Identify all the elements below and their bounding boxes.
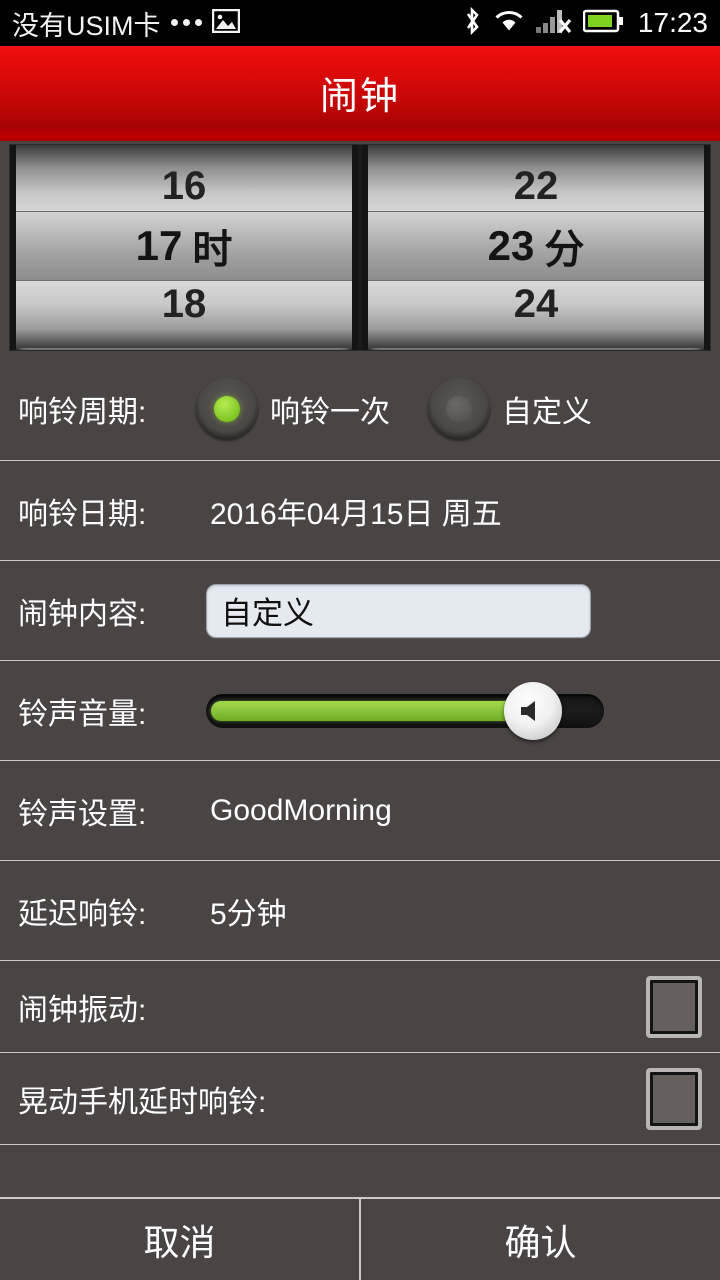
radio-option-custom-label: 自定义 [502,395,592,429]
carrier-label: 没有USIM卡 [12,10,161,41]
radio-option-once-label: 响铃一次 [270,395,390,429]
hour-next-value: 18 [161,282,207,326]
ring-date-label: 响铃日期: [18,497,147,531]
row-ring-period: 响铃周期: 响铃一次 自定义 [0,357,720,461]
hour-prev-value: 16 [161,164,207,208]
minute-next-value: 24 [513,282,559,326]
status-bar-clock: 17:23 [637,7,708,38]
volume-slider-thumb[interactable] [504,681,562,740]
cancel-button[interactable]: 取消 [0,1199,359,1280]
title-bar: 闹钟 [0,46,720,141]
ring-period-radio-group: 响铃一次 自定义 [196,377,592,440]
hour-selected-value: 17 [135,222,183,269]
shake-snooze-label: 晃动手机延时响铃: [18,1085,267,1119]
row-alarm-content: 闹钟内容: 自定义 [0,561,720,661]
radio-icon-selected[interactable] [196,377,258,440]
minute-prev-cell[interactable]: 22 [368,145,704,211]
radio-option-custom[interactable]: 自定义 [428,377,592,440]
minute-next-cell[interactable]: 24 [368,281,704,348]
volume-slider[interactable] [206,681,604,740]
hour-picker-column[interactable]: 16 17 时 18 [10,145,358,350]
row-shake-snooze[interactable]: 晃动手机延时响铃: [0,1053,720,1145]
alarm-vibrate-checkbox[interactable] [646,975,702,1038]
minute-picker-column[interactable]: 22 23 分 24 [362,145,710,350]
ring-volume-label: 铃声音量: [18,697,147,731]
row-ring-volume: 铃声音量: [0,661,720,761]
shake-snooze-checkbox[interactable] [646,1067,702,1130]
bluetooth-icon [462,6,482,41]
volume-slider-fill [211,700,528,721]
snooze-delay-value: 5分钟 [210,897,287,931]
wifi-icon [493,8,525,39]
page-title: 闹钟 [319,75,400,118]
row-ring-date[interactable]: 响铃日期: 2016年04月15日 周五 [0,461,720,561]
bottom-button-bar: 取消 确认 [0,1197,720,1280]
confirm-button[interactable]: 确认 [359,1199,720,1280]
row-snooze-delay[interactable]: 延迟响铃: 5分钟 [0,861,720,961]
alarm-vibrate-label: 闹钟振动: [18,993,147,1027]
minute-unit-label: 分 [544,228,585,272]
ring-period-label: 响铃周期: [18,395,147,429]
image-icon [211,8,240,38]
alarm-content-label: 闹钟内容: [18,597,147,631]
time-picker[interactable]: 16 17 时 18 22 23 分 24 [10,145,710,350]
radio-icon-unselected[interactable] [428,377,490,440]
alarm-settings-screen: 没有USIM卡 17:23 闹钟 16 17 时 18 22 23 分 24 响… [0,0,720,1280]
ringtone-label: 铃声设置: [18,797,147,831]
hour-selected-cell[interactable]: 17 时 [16,211,352,281]
ringtone-value: GoodMorning [210,793,392,827]
status-bar-right: 17:23 [462,6,720,41]
minute-selected-value: 23 [487,222,535,269]
radio-option-once[interactable]: 响铃一次 [196,377,390,440]
minute-selected-cell[interactable]: 23 分 [368,211,704,281]
status-bar-left: 没有USIM卡 [0,4,240,43]
alarm-content-input[interactable]: 自定义 [206,583,591,638]
hour-unit-label: 时 [192,228,233,272]
speaker-icon [521,700,535,721]
row-ringtone[interactable]: 铃声设置: GoodMorning [0,761,720,861]
snooze-delay-label: 延迟响铃: [18,897,147,931]
battery-icon [582,9,625,38]
hour-prev-cell[interactable]: 16 [16,145,352,211]
ring-date-value: 2016年04月15日 周五 [210,497,502,531]
status-bar: 没有USIM卡 17:23 [0,0,720,46]
minute-prev-value: 22 [513,164,559,208]
signal-no-service-icon [535,8,572,39]
hour-next-cell[interactable]: 18 [16,281,352,348]
more-dots-icon [170,18,202,28]
row-alarm-vibrate[interactable]: 闹钟振动: [0,961,720,1053]
